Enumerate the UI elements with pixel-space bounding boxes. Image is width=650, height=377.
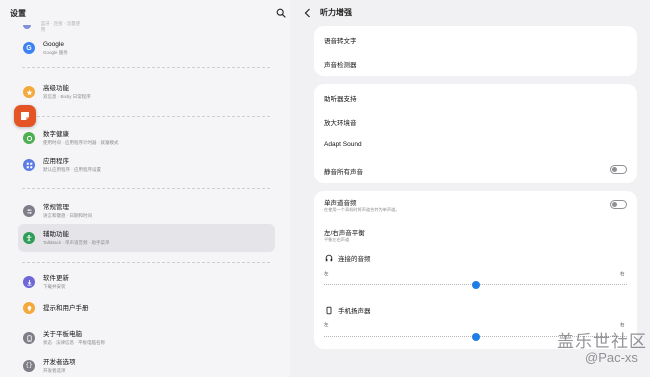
- mono-audio-label: 单声道音频: [324, 200, 357, 207]
- toggle-knob: [612, 167, 617, 172]
- balance-label: 左/右声音平衡: [324, 230, 365, 237]
- detail-pane: 听力增强 语音转文字 声音检测器 助听器支持 放大环境音 Adapt Sound…: [290, 0, 650, 377]
- connections-icon: [23, 25, 31, 29]
- sidebar-item-label: 常规管理: [43, 204, 69, 211]
- adapt-sound-item[interactable]: Adapt Sound: [324, 141, 362, 148]
- amplify-ambient-item[interactable]: 放大环境音: [324, 117, 357, 127]
- card-audio-balance: 单声道音频 在使用一个耳机时将声道合并为单声道。 左/右声音平衡 平衡左右声道 …: [314, 191, 637, 349]
- divider: [22, 116, 270, 117]
- divider: [22, 67, 270, 68]
- sidebar-item-about-tablet[interactable]: 关于平板电脑状态 · 法律信息 · 平板电脑名称: [18, 324, 275, 352]
- leaf-icon: [23, 132, 35, 144]
- mute-all-label: 静音所有声音: [324, 169, 363, 176]
- sidebar-item-developer-options[interactable]: {} 开发者选项 开发者选项: [18, 352, 275, 377]
- update-icon: [23, 276, 35, 288]
- connected-audio-slider-thumb[interactable]: [471, 281, 480, 289]
- search-icon: [276, 8, 286, 18]
- sidebar-item-label: 提示和用户手册: [43, 304, 89, 312]
- chevron-left-icon: [304, 8, 310, 18]
- page-title: 设置: [10, 8, 26, 18]
- left-label: 左: [324, 322, 329, 327]
- sidebar-item-google[interactable]: G Google Google 服务: [18, 34, 275, 62]
- sidebar-item-subtext: 开发者选项: [43, 368, 66, 373]
- sidebar-item-subtext: 状态 · 法律信息 · 平板电脑名称: [43, 340, 105, 345]
- sidebar-item-tips-manual[interactable]: 提示和用户手册: [18, 294, 275, 322]
- sidebar-item-label: 软件更新: [43, 275, 69, 282]
- divider: [22, 262, 270, 263]
- balance-desc: 平衡左右声道: [324, 237, 350, 242]
- apps-icon: [23, 159, 35, 171]
- floating-app-shortcut[interactable]: [14, 105, 36, 127]
- scrolled-item-subtext: 蓝牙 · 连接 · 流量使用: [40, 21, 81, 32]
- accessibility-icon: [23, 232, 35, 244]
- live-transcribe-item[interactable]: 语音转文字: [324, 35, 357, 45]
- connected-audio-label: 连接的音频: [338, 256, 371, 263]
- sliders-icon: [23, 205, 35, 217]
- sidebar-item-general-management[interactable]: 常规管理语言和键盘 · 日期和时间: [18, 197, 275, 225]
- sidebar-item-subtext: 默认应用程序 · 应用程序设置: [43, 167, 101, 172]
- detail-header: 听力增强: [290, 0, 650, 26]
- speaker-slider-thumb[interactable]: [471, 333, 480, 341]
- divider: [22, 188, 270, 189]
- search-button[interactable]: [274, 6, 288, 20]
- speaker-header: 手机扬声器: [324, 305, 371, 315]
- sidebar-item-label: 关于平板电脑: [43, 331, 82, 338]
- hearing-aid-item[interactable]: 助听器支持: [324, 93, 357, 103]
- sidebar-item-apps[interactable]: 应用程序默认应用程序 · 应用程序设置: [18, 151, 275, 179]
- sidebar-item-software-update[interactable]: 软件更新 下载并安装: [18, 268, 275, 296]
- sidebar-item-subtext: 语言和键盘 · 日期和时间: [43, 213, 92, 218]
- braces-icon: {}: [23, 360, 35, 372]
- connected-audio-header: 连接的音频: [324, 253, 371, 263]
- sidebar-item-subtext: 使用时间 · 应用程序计时器 · 就寝模式: [43, 140, 119, 145]
- mute-all-toggle[interactable]: [610, 165, 627, 174]
- sidebar-item-subtext: 双信息 · Bixby 日常程序: [43, 94, 91, 99]
- sidebar-item-label: 开发者选项: [43, 359, 76, 366]
- note-icon: [21, 112, 29, 120]
- device-speaker-label: 手机扬声器: [338, 308, 371, 315]
- headphones-icon: [324, 254, 333, 263]
- scrolled-item-partial[interactable]: 蓝牙 · 连接 · 流量使用: [23, 21, 83, 32]
- sidebar-item-label: Google: [43, 41, 64, 48]
- info-icon: [23, 332, 35, 344]
- sidebar-item-digital-wellbeing[interactable]: 数字健康使用时间 · 应用程序计时器 · 就寝模式: [18, 124, 275, 152]
- sidebar-item-subtext: TalkBack · 单声道音频 · 助手菜单: [43, 240, 110, 245]
- toggle-knob: [612, 202, 617, 207]
- phone-icon: [324, 306, 333, 315]
- google-icon: G: [23, 42, 35, 54]
- sidebar-item-subtext: Google 服务: [43, 50, 68, 55]
- card-transcription: 语音转文字 声音检测器: [314, 26, 637, 76]
- sidebar-item-label: 高级功能: [43, 85, 69, 92]
- back-button[interactable]: [301, 6, 313, 20]
- sidebar-item-advanced-features[interactable]: 高级功能双信息 · Bixby 日常程序: [18, 78, 275, 106]
- right-label: 右: [620, 271, 625, 276]
- sound-detector-item[interactable]: 声音检测器: [324, 59, 357, 69]
- sidebar-item-subtext: 下载并安装: [43, 284, 66, 289]
- card-hearing: 助听器支持 放大环境音 Adapt Sound 静音所有声音: [314, 84, 637, 183]
- mono-audio-desc: 在使用一个耳机时将声道合并为单声道。: [324, 207, 400, 212]
- watermark-title: 盖乐世社区: [557, 332, 647, 351]
- sidebar-item-label: 辅助功能: [43, 231, 69, 238]
- watermark-handle: @Pac-xs: [585, 350, 638, 365]
- sidebar-item-accessibility[interactable]: 辅助功能 TalkBack · 单声道音频 · 助手菜单: [18, 224, 275, 252]
- left-label: 左: [324, 271, 329, 276]
- settings-pane: 设置 蓝牙 · 连接 · 流量使用 G Google Google 服务 高级功能…: [0, 0, 290, 377]
- detail-title: 听力增强: [320, 8, 352, 17]
- bulb-icon: [23, 302, 35, 314]
- sidebar-item-label: 数字健康: [43, 131, 69, 138]
- mono-audio-toggle[interactable]: [610, 200, 627, 209]
- sidebar-item-label: 应用程序: [43, 158, 69, 165]
- star-icon: [23, 86, 35, 98]
